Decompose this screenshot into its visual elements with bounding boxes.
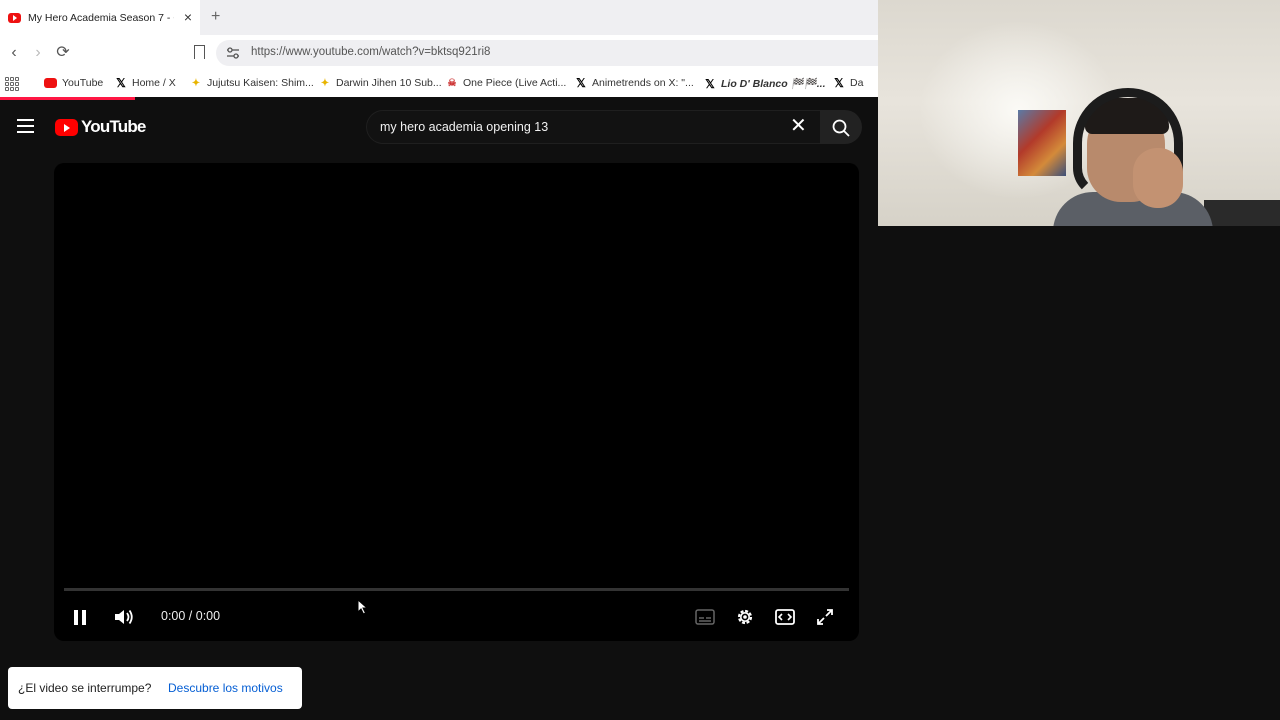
bookmark-home-x[interactable]: 𝕏 Home / X — [115, 76, 176, 90]
bookmarks-bar: YouTube 𝕏 Home / X ✦ Jujutsu Kaisen: Shi… — [0, 71, 878, 97]
theater-mode-button[interactable] — [773, 606, 797, 628]
bookmark-label: Lio D' Blanco 🏁🏁... — [721, 78, 826, 90]
browser-window: My Hero Academia Season 7 - O × + ‹ › ⟳ … — [0, 0, 878, 720]
page-load-bar — [0, 97, 878, 103]
reload-icon[interactable]: ⟳ — [53, 43, 73, 63]
pause-icon — [74, 609, 86, 625]
volume-button[interactable] — [112, 606, 136, 628]
new-tab-icon[interactable]: + — [211, 8, 220, 26]
bookmark-youtube[interactable]: YouTube — [44, 77, 103, 89]
playback-issue-popup: ¿El video se interrumpe? Descubre los mo… — [8, 667, 302, 709]
apps-grid-icon[interactable] — [5, 77, 19, 91]
video-time: 0:00 / 0:00 — [161, 609, 221, 623]
settings-button[interactable] — [733, 606, 757, 628]
close-tab-icon[interactable]: × — [184, 9, 192, 25]
bookmark-icon[interactable] — [194, 45, 205, 59]
x-icon: 𝕏 — [705, 76, 715, 91]
url-text: https://www.youtube.com/watch?v=bktsq921… — [251, 46, 491, 58]
browser-toolbar: ‹ › ⟳ https://www.youtube.com/watch?v=bk… — [0, 35, 878, 71]
fullscreen-icon — [817, 609, 833, 625]
browser-tab[interactable]: My Hero Academia Season 7 - O × — [0, 0, 200, 35]
clear-search-icon[interactable]: ✕ — [790, 116, 807, 136]
onepiece-icon: ☠ — [447, 77, 457, 89]
search-icon — [832, 119, 850, 137]
youtube-logo-text: YouTube — [81, 117, 146, 136]
star-icon: ✦ — [191, 77, 201, 89]
webcam-feed — [878, 0, 1280, 226]
bookmark-darwin-jihen[interactable]: ✦ Darwin Jihen 10 Sub... — [319, 77, 442, 89]
learn-why-link[interactable]: Descubre los motivos — [168, 681, 283, 695]
bookmark-label: Da — [850, 77, 864, 89]
address-bar[interactable]: https://www.youtube.com/watch?v=bktsq921… — [216, 40, 878, 66]
video-player[interactable]: 0:00 / 0:00 — [54, 163, 859, 641]
bookmark-label: One Piece (Live Acti... — [463, 77, 567, 89]
youtube-logo[interactable]: YouTube — [55, 117, 146, 137]
youtube-logo-icon — [55, 118, 78, 136]
hamburger-menu-icon[interactable] — [17, 119, 34, 133]
volume-icon — [115, 609, 133, 625]
gear-icon — [737, 609, 753, 625]
x-icon: 𝕏 — [576, 76, 586, 90]
page-load-fill — [0, 97, 135, 100]
bookmark-da[interactable]: 𝕏 Da — [833, 76, 864, 90]
theater-mode-icon — [775, 609, 795, 625]
pause-button[interactable] — [68, 606, 92, 628]
mouse-cursor-icon — [357, 599, 369, 615]
bookmark-label: Jujutsu Kaisen: Shim... — [207, 77, 314, 89]
x-icon: 𝕏 — [116, 76, 126, 90]
tab-strip: My Hero Academia Season 7 - O × + — [0, 0, 878, 35]
bookmark-label: Home / X — [132, 77, 176, 89]
bookmark-lio-d-blanco[interactable]: 𝕏 Lio D' Blanco 🏁🏁... — [704, 76, 826, 91]
bookmark-label: Animetrends on X: "... — [592, 77, 694, 89]
fullscreen-button[interactable] — [813, 606, 837, 628]
youtube-icon — [44, 78, 57, 88]
site-info-icon[interactable] — [226, 46, 240, 60]
video-progress-bar[interactable] — [64, 588, 849, 591]
bookmark-jujutsu-kaisen[interactable]: ✦ Jujutsu Kaisen: Shim... — [190, 77, 314, 89]
bookmark-label: YouTube — [62, 77, 104, 89]
bookmark-animetrends[interactable]: 𝕏 Animetrends on X: "... — [575, 76, 694, 90]
subtitles-button[interactable] — [693, 606, 717, 628]
forward-arrow-icon[interactable]: › — [28, 43, 48, 63]
search-button[interactable] — [820, 110, 862, 144]
bookmark-label: Darwin Jihen 10 Sub... — [336, 77, 442, 89]
youtube-favicon-icon — [8, 12, 21, 23]
bookmark-one-piece[interactable]: ☠ One Piece (Live Acti... — [446, 77, 567, 89]
x-icon: 𝕏 — [834, 76, 844, 90]
back-arrow-icon[interactable]: ‹ — [4, 43, 24, 63]
wall-poster — [1018, 110, 1066, 176]
star-icon: ✦ — [320, 77, 330, 89]
tab-title: My Hero Academia Season 7 - O — [28, 11, 174, 24]
popup-question: ¿El video se interrumpe? — [18, 681, 152, 695]
search-input[interactable]: my hero academia opening 13 — [366, 110, 820, 144]
search-query: my hero academia opening 13 — [380, 120, 549, 134]
subtitles-icon — [695, 609, 715, 625]
streamer — [1053, 88, 1213, 226]
